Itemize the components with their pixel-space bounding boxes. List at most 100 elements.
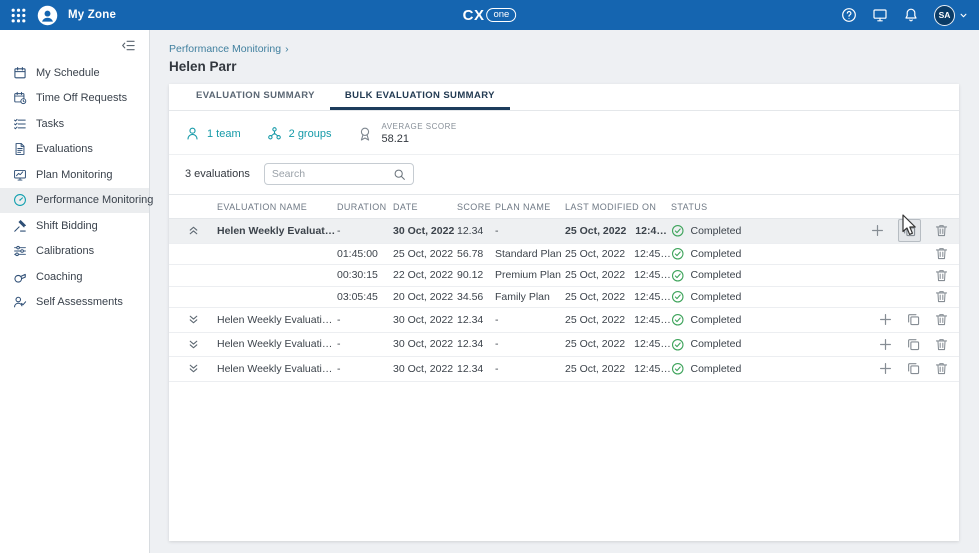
status-cell: Completed xyxy=(671,362,849,376)
average-score-stat: AVERAGE SCORE 58.21 xyxy=(357,122,456,145)
expand-row-icon[interactable] xyxy=(187,338,200,351)
search-input[interactable] xyxy=(272,168,393,180)
tab-evaluation-summary[interactable]: EVALUATION SUMMARY xyxy=(181,84,330,110)
sidebar-item-calibrations[interactable]: Calibrations xyxy=(0,239,149,265)
tab-bar: EVALUATION SUMMARYBULK EVALUATION SUMMAR… xyxy=(169,84,959,111)
col-duration: DURATION xyxy=(337,202,393,212)
duration-cell: - xyxy=(337,225,393,237)
expand-row-icon[interactable] xyxy=(187,313,200,326)
sidebar-item-my-schedule[interactable]: My Schedule xyxy=(0,60,149,86)
score-cell: 90.12 xyxy=(457,269,495,281)
sidebar-item-plan-monitoring[interactable]: Plan Monitoring xyxy=(0,162,149,188)
cxone-logo-cx: CX xyxy=(463,7,485,24)
date-cell: 30 Oct, 2022 xyxy=(393,225,457,237)
copy-icon[interactable] xyxy=(906,361,921,376)
cxone-logo-one: one xyxy=(486,8,516,23)
chevron-down-icon[interactable] xyxy=(958,10,969,21)
plan-name-cell: Premium Plan xyxy=(495,269,565,281)
date-cell: 22 Oct, 2022 xyxy=(393,269,457,281)
modified-date: 25 Oct, 2022 xyxy=(565,248,625,260)
trophy-icon xyxy=(357,126,373,142)
table-row[interactable]: 01:45:00 25 Oct, 2022 56.78 Standard Pla… xyxy=(169,244,959,266)
sidebar-item-self-assessments[interactable]: Self Assessments xyxy=(0,290,149,316)
status-label: Completed xyxy=(691,291,742,303)
col-last-modified: LAST MODIFIED ON xyxy=(565,202,671,212)
groups-stat[interactable]: 2 groups xyxy=(267,126,332,141)
expand-row-icon[interactable] xyxy=(187,290,200,303)
evaluations-icon xyxy=(13,142,27,156)
modified-time: 12:45 PM xyxy=(634,269,671,281)
trash-icon[interactable] xyxy=(934,268,949,283)
table-row[interactable]: Helen Weekly Evaluation - June 20 - 30 O… xyxy=(169,357,959,382)
sidebar-item-time-off-requests[interactable]: Time Off Requests xyxy=(0,86,149,112)
help-icon[interactable] xyxy=(841,7,857,23)
schedule-icon xyxy=(13,66,27,80)
modified-time: 12:45 PM xyxy=(634,338,671,350)
status-cell: Completed xyxy=(671,313,849,327)
sidebar-item-label: Plan Monitoring xyxy=(36,169,112,181)
trash-icon[interactable] xyxy=(934,246,949,261)
row-actions xyxy=(849,312,959,327)
table-row[interactable]: 00:30:15 22 Oct, 2022 90.12 Premium Plan… xyxy=(169,265,959,287)
notifications-bell-icon[interactable] xyxy=(903,7,919,23)
copy-icon[interactable] xyxy=(906,337,921,352)
check-circle-icon xyxy=(671,290,685,304)
sidebar-item-coaching[interactable]: Coaching xyxy=(0,264,149,290)
team-icon xyxy=(185,126,200,141)
breadcrumb-link[interactable]: Performance Monitoring xyxy=(169,43,281,55)
sidebar-collapse-row xyxy=(0,30,149,60)
duration-cell: 03:05:45 xyxy=(337,291,393,303)
avatar[interactable]: SA xyxy=(934,5,955,26)
collapse-row-icon[interactable] xyxy=(187,224,200,237)
search-icon[interactable] xyxy=(393,168,406,181)
add-icon[interactable] xyxy=(878,337,893,352)
table-row[interactable]: Helen Weekly Evaluation - June 20 - 30 O… xyxy=(169,308,959,333)
trash-icon[interactable] xyxy=(934,337,949,352)
add-icon[interactable] xyxy=(878,312,893,327)
summary-bar: 1 team 2 groups AVERAGE SCORE 58.21 xyxy=(169,111,959,154)
user-menu[interactable]: SA xyxy=(934,5,969,26)
sidebar-item-performance-monitoring[interactable]: Performance Monitoring xyxy=(0,188,149,214)
modified-date: 25 Oct, 2022 xyxy=(565,338,625,350)
sidebar-item-evaluations[interactable]: Evaluations xyxy=(0,137,149,163)
sidebar-item-tasks[interactable]: Tasks xyxy=(0,111,149,137)
plan-name-cell: - xyxy=(495,338,565,350)
status-cell: Completed xyxy=(671,247,849,261)
add-icon[interactable] xyxy=(870,223,885,238)
plan-name-cell: Family Plan xyxy=(495,291,565,303)
date-cell: 30 Oct, 2022 xyxy=(393,338,457,350)
modified-date: 25 Oct, 2022 xyxy=(565,363,625,375)
row-actions xyxy=(849,219,959,242)
table-row[interactable]: Helen Weekly Evaluation - June 20 - 30 O… xyxy=(169,333,959,358)
score-cell: 12.34 xyxy=(457,225,495,237)
status-cell: Completed xyxy=(671,269,849,283)
search-box[interactable] xyxy=(264,163,414,185)
copy-icon[interactable] xyxy=(906,312,921,327)
screen-share-icon[interactable] xyxy=(872,7,888,23)
status-label: Completed xyxy=(691,363,742,375)
table-row[interactable]: Helen Weekly Evaluation - June... - 30 O… xyxy=(169,219,959,244)
modified-date: 25 Oct, 2022 xyxy=(565,269,625,281)
sidebar-item-label: My Schedule xyxy=(36,67,100,79)
tab-bulk-evaluation-summary[interactable]: BULK EVALUATION SUMMARY xyxy=(330,84,510,110)
status-label: Completed xyxy=(691,338,742,350)
sidebar-item-label: Calibrations xyxy=(36,245,94,257)
trash-icon[interactable] xyxy=(934,312,949,327)
expand-row-icon[interactable] xyxy=(187,247,200,260)
date-cell: 20 Oct, 2022 xyxy=(393,291,457,303)
table-body: Helen Weekly Evaluation - June... - 30 O… xyxy=(169,219,959,382)
copy-icon[interactable] xyxy=(898,219,921,242)
trash-icon[interactable] xyxy=(934,361,949,376)
trash-icon[interactable] xyxy=(934,289,949,304)
sidebar-item-shift-bidding[interactable]: Shift Bidding xyxy=(0,213,149,239)
expand-row-icon[interactable] xyxy=(187,269,200,282)
expand-row-icon[interactable] xyxy=(187,362,200,375)
trash-icon[interactable] xyxy=(934,223,949,238)
collapse-sidebar-icon[interactable] xyxy=(121,38,136,53)
table-row[interactable]: 03:05:45 20 Oct, 2022 34.56 Family Plan … xyxy=(169,287,959,309)
last-modified-cell: 25 Oct, 202212:45 PM xyxy=(565,248,671,260)
add-icon[interactable] xyxy=(878,361,893,376)
last-modified-cell: 25 Oct, 2022 12:45 PM xyxy=(565,338,671,350)
team-stat[interactable]: 1 team xyxy=(185,126,241,141)
app-launcher-icon[interactable] xyxy=(10,7,27,24)
